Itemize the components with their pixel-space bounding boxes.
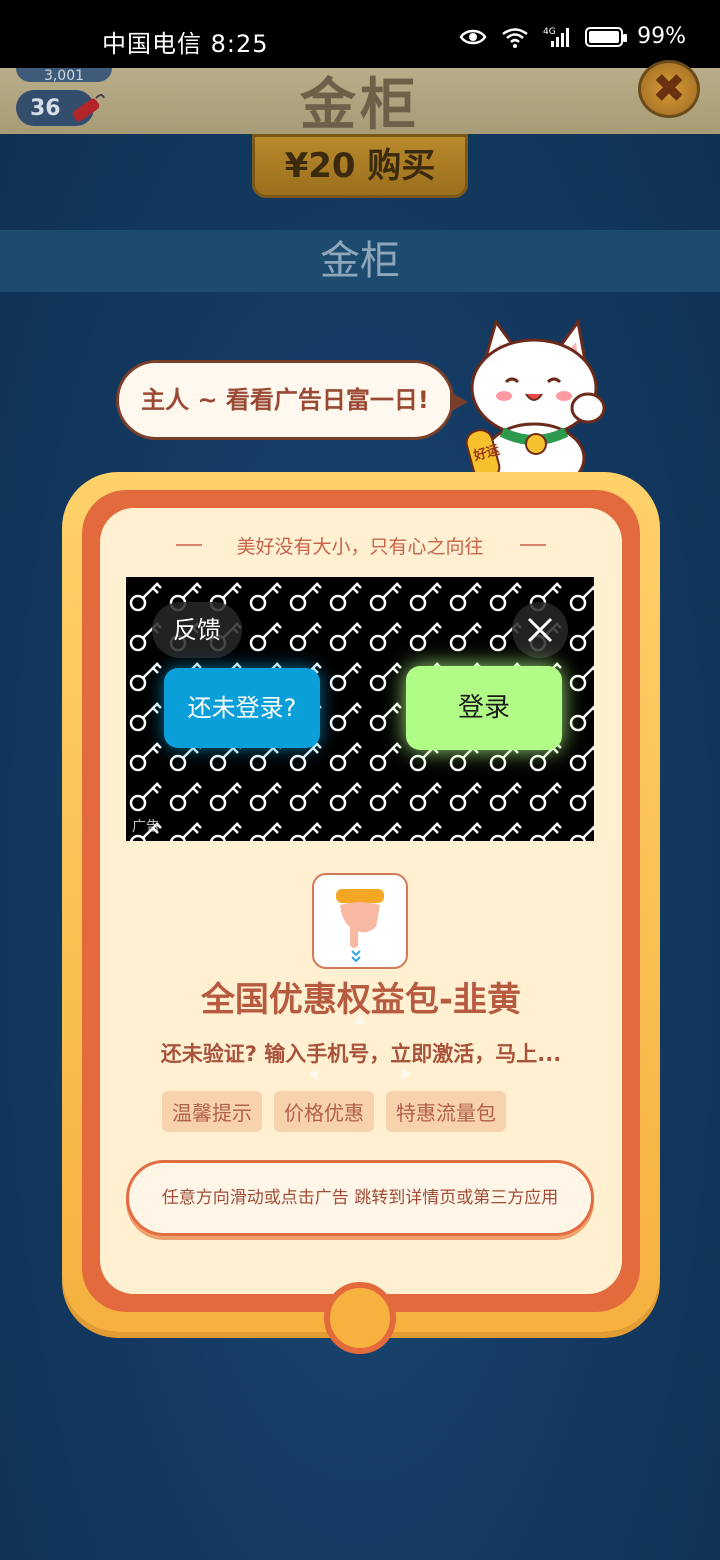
eye-icon xyxy=(459,29,487,44)
wifi-icon xyxy=(502,27,528,48)
page-title: 金柜 xyxy=(300,73,420,138)
tag-item: 价格优惠 xyxy=(274,1091,374,1132)
not-logged-in-button[interactable]: 还未登录? xyxy=(164,668,320,748)
tag-list: 温馨提示 价格优惠 特惠流量包 xyxy=(162,1091,506,1132)
battery-icon xyxy=(585,26,628,47)
close-icon xyxy=(527,617,553,643)
close-button[interactable]: ✖ xyxy=(638,60,700,118)
status-bar: 中国电信 8:25 4G 99% xyxy=(0,0,720,68)
motto-divider-right xyxy=(520,544,546,546)
app-icon[interactable] xyxy=(312,873,408,969)
battery-percent: 99% xyxy=(637,24,686,49)
tag-item: 温馨提示 xyxy=(162,1091,262,1132)
carrier-time: 中国电信 8:25 xyxy=(102,30,269,58)
buy-button[interactable]: ¥20 购买 xyxy=(252,134,468,198)
ad-close-button[interactable] xyxy=(512,602,568,658)
close-icon: ✖ xyxy=(652,66,686,112)
pointing-hand-icon xyxy=(336,889,384,963)
speech-bubble: 主人 ~ 看看广告日富一日! xyxy=(116,360,454,440)
swirl-ornament xyxy=(324,1282,396,1354)
cta-button[interactable]: 任意方向滑动或点击广告 跳转到详情页或第三方应用 xyxy=(126,1160,594,1236)
tag-item: 特惠流量包 xyxy=(386,1091,506,1132)
login-button[interactable]: 登录 xyxy=(406,666,562,750)
lucky-cat-mascot: 好运 xyxy=(465,318,606,490)
svg-text:4G: 4G xyxy=(543,27,556,37)
section-title: 金柜 xyxy=(0,230,720,292)
status-icons: 4G 99% xyxy=(459,24,686,49)
cellular-signal-icon: 4G xyxy=(543,27,570,47)
motto-text: 美好没有大小，只有心之向往 xyxy=(236,536,484,558)
ad-label: 广告 xyxy=(132,819,160,835)
feedback-button[interactable]: 反馈 xyxy=(152,602,242,658)
